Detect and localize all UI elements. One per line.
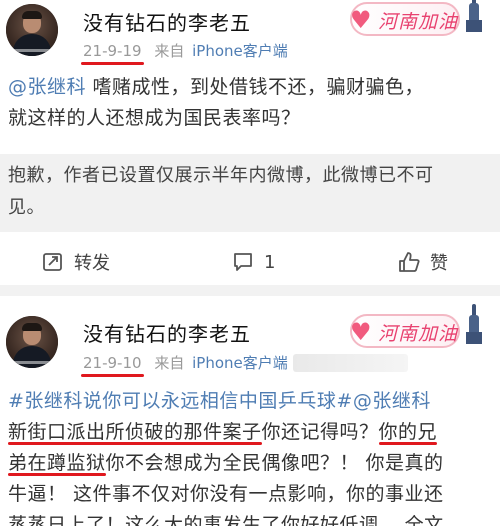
- hidden-repost-notice: 抱歉，作者已设置仅展示半年内微博，此微博已不可 见。: [0, 154, 500, 232]
- like-button[interactable]: 赞: [398, 248, 448, 276]
- post-date: 21-9-10: [83, 354, 142, 372]
- mention-link[interactable]: @张继科: [353, 390, 431, 412]
- weibo-post-1: 没有钻石的李老五 21-9-19 来自 iPhone客户端 ♥ 河南加油 @张继…: [0, 0, 500, 285]
- comment-count: 1: [264, 251, 276, 273]
- comment-icon: [234, 253, 252, 271]
- badge-text: 河南加油: [378, 11, 459, 33]
- source-label: 来自: [154, 354, 185, 372]
- repost-button[interactable]: 转发: [42, 248, 110, 276]
- notice-line: 抱歉，作者已设置仅展示半年内微博，此微博已不可: [8, 165, 434, 186]
- tower-icon: [466, 0, 482, 32]
- avatar[interactable]: [6, 4, 58, 56]
- tower-icon: [466, 304, 482, 344]
- comment-button[interactable]: 1: [232, 248, 275, 276]
- post-date: 21-9-19: [83, 42, 142, 60]
- repost-label: 转发: [74, 253, 110, 274]
- hashtag-link[interactable]: #张继科说你可以永远相信中国乒乓球#: [8, 390, 353, 412]
- avatar[interactable]: [6, 316, 58, 368]
- repost-icon: [43, 253, 62, 271]
- source-label: 来自: [154, 42, 185, 60]
- device-link[interactable]: iPhone客户端: [192, 42, 288, 60]
- like-label: 赞: [430, 253, 448, 274]
- post-meta: 21-9-10 来自 iPhone客户端 ██████████: [83, 352, 408, 373]
- underlined-phrase: 新街口派出所侦破的那件案子: [8, 421, 262, 443]
- weibo-post-2: 没有钻石的李老五 21-9-10 来自 iPhone客户端 ██████████…: [0, 296, 500, 526]
- device-link[interactable]: iPhone客户端: [192, 354, 288, 372]
- underlined-phrase: 你的兄: [378, 421, 438, 443]
- post-text: #张继科说你可以永远相信中国乒乓球#@张继科 新街口派出所侦破的那件案子你还记得…: [8, 386, 492, 526]
- blurred-region: ██████████: [292, 354, 408, 372]
- badge-text: 河南加油: [378, 323, 459, 345]
- username[interactable]: 没有钻石的李老五: [83, 7, 251, 36]
- post-text: @张继科 嗜赌成性，到处借钱不还，骗财骗色， 就这样的人还想成为国民表率吗？: [8, 76, 425, 129]
- post-meta: 21-9-19 来自 iPhone客户端: [83, 40, 288, 61]
- heart-icon: ♥: [350, 318, 372, 346]
- full-text-link[interactable]: 蒸蒸日上了！这么大的事发生了你好好低调 ...全文: [8, 510, 492, 526]
- thumbs-up-icon: [399, 252, 420, 272]
- notice-line: 见。: [8, 197, 45, 218]
- heart-icon: ♥: [350, 6, 372, 34]
- mention-link[interactable]: @张继科: [8, 76, 86, 98]
- username[interactable]: 没有钻石的李老五: [83, 318, 251, 347]
- underlined-phrase: 弟在蹲监狱: [8, 452, 106, 474]
- henan-badge: ♥ 河南加油: [350, 304, 490, 348]
- henan-badge: ♥ 河南加油: [350, 0, 490, 36]
- action-bar: 转发 1 赞: [0, 240, 500, 284]
